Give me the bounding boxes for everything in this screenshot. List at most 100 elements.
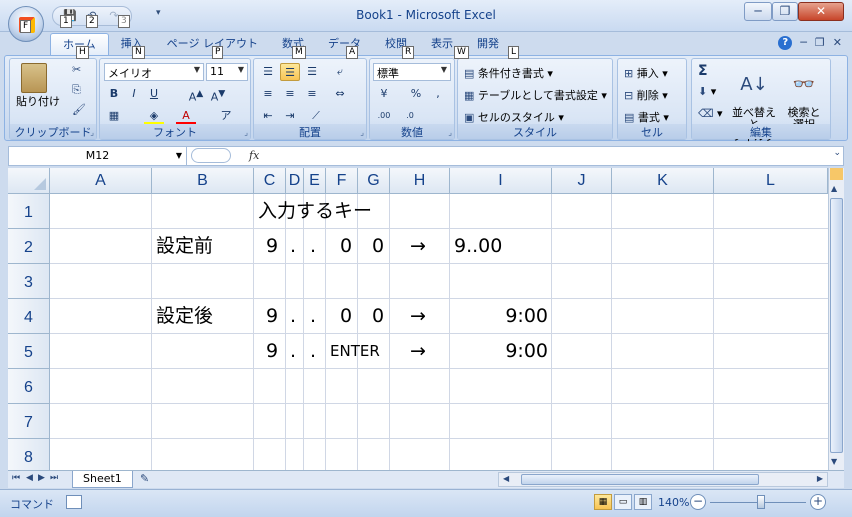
- decrease-indent-icon[interactable]: ⇤: [258, 107, 278, 125]
- align-top-icon[interactable]: ☰: [258, 63, 278, 81]
- number-format-combo[interactable]: 標準 ▼: [373, 63, 451, 81]
- font-launcher-icon[interactable]: ⌟: [244, 128, 248, 137]
- sheet-tab-sheet1[interactable]: Sheet1: [72, 471, 133, 488]
- cell-g4[interactable]: 0: [372, 299, 384, 333]
- cell-f2[interactable]: 0: [340, 229, 352, 263]
- cell-styles-button[interactable]: ▣ セルのスタイル ▾: [464, 109, 564, 125]
- find-select-button[interactable]: 👓 検索と 選択: [782, 63, 826, 131]
- cell-c5[interactable]: 9: [266, 334, 278, 368]
- scroll-right-icon[interactable]: ▶: [817, 474, 823, 483]
- underline-button[interactable]: U: [144, 85, 164, 103]
- cell-c2[interactable]: 9: [266, 229, 278, 263]
- restore-button[interactable]: ❐: [772, 2, 798, 21]
- cell-e5[interactable]: .: [310, 334, 316, 368]
- insert-sheet-icon[interactable]: ✎: [140, 472, 149, 485]
- doc-minimize-button[interactable]: ─: [800, 36, 807, 50]
- alignment-launcher-icon[interactable]: ⌟: [360, 128, 364, 137]
- cell-h5[interactable]: →: [410, 334, 426, 368]
- font-name-combo[interactable]: メイリオ ▼: [104, 63, 204, 81]
- cell-d5[interactable]: .: [290, 334, 296, 368]
- row-header-3[interactable]: 3: [8, 264, 50, 299]
- column-header-i[interactable]: I: [450, 168, 552, 194]
- delete-cells-button[interactable]: ⊟ 削除 ▾: [624, 87, 668, 103]
- horizontal-scroll-thumb[interactable]: [521, 474, 759, 485]
- column-header-f[interactable]: F: [326, 168, 358, 194]
- shrink-font-icon[interactable]: A▼: [208, 85, 228, 104]
- row-header-6[interactable]: 6: [8, 369, 50, 404]
- cell-f5[interactable]: ENTER: [330, 334, 380, 368]
- clipboard-launcher-icon[interactable]: ⌟: [90, 128, 94, 137]
- expand-formula-bar-icon[interactable]: ⌄: [833, 148, 841, 158]
- cell-h2[interactable]: →: [410, 229, 426, 263]
- cell-i5[interactable]: 9:00: [450, 334, 548, 368]
- merge-center-icon[interactable]: ⇔: [330, 85, 350, 103]
- wrap-text-icon[interactable]: ⤶: [330, 63, 350, 81]
- zoom-out-button[interactable]: −: [690, 494, 706, 510]
- font-size-combo[interactable]: 11 ▼: [206, 63, 248, 81]
- name-box[interactable]: M12 ▼: [9, 147, 187, 165]
- row-header-2[interactable]: 2: [8, 229, 50, 264]
- cell-i4[interactable]: 9:00: [450, 299, 548, 333]
- vertical-scrollbar[interactable]: ▲ ▼: [828, 168, 844, 470]
- conditional-format-button[interactable]: ▤ 条件付き書式 ▾: [464, 65, 553, 81]
- borders-icon[interactable]: ▦: [104, 107, 124, 125]
- column-header-j[interactable]: J: [552, 168, 612, 194]
- prev-sheet-icon[interactable]: ◀: [26, 473, 33, 483]
- help-icon[interactable]: ?: [778, 36, 793, 50]
- zoom-slider-thumb[interactable]: [757, 495, 765, 509]
- page-layout-view-button[interactable]: ▭: [614, 494, 632, 510]
- cell-b4[interactable]: 設定後: [156, 299, 213, 333]
- cell-f4[interactable]: 0: [340, 299, 352, 333]
- split-box[interactable]: [830, 168, 843, 180]
- column-header-d[interactable]: D: [286, 168, 304, 194]
- column-header-h[interactable]: H: [390, 168, 450, 194]
- number-launcher-icon[interactable]: ⌟: [448, 128, 452, 137]
- percent-button[interactable]: %: [406, 85, 426, 103]
- cell-d4[interactable]: .: [290, 299, 296, 333]
- formula-input[interactable]: [265, 147, 825, 165]
- grow-font-icon[interactable]: A▲: [186, 85, 206, 104]
- cell-e2[interactable]: .: [310, 229, 316, 263]
- cut-icon[interactable]: ✂: [72, 63, 81, 76]
- column-header-l[interactable]: L: [714, 168, 828, 194]
- cell-h4[interactable]: →: [410, 299, 426, 333]
- phonetic-icon[interactable]: ア: [216, 107, 236, 125]
- formula-bar-grip[interactable]: [191, 148, 231, 163]
- first-sheet-icon[interactable]: ⏮: [12, 473, 20, 483]
- page-break-view-button[interactable]: ▥: [634, 494, 652, 510]
- column-header-k[interactable]: K: [612, 168, 714, 194]
- column-header-b[interactable]: B: [152, 168, 254, 194]
- fill-icon[interactable]: ⬇ ▾: [698, 85, 716, 98]
- copy-icon[interactable]: ⎘: [72, 83, 81, 97]
- minimize-button[interactable]: ─: [744, 2, 772, 21]
- cell-g2[interactable]: 0: [372, 229, 384, 263]
- comma-button[interactable]: ,: [428, 85, 448, 103]
- increase-indent-icon[interactable]: ⇥: [280, 107, 300, 125]
- row-header-4[interactable]: 4: [8, 299, 50, 334]
- cell-i2[interactable]: 9..00: [454, 229, 502, 263]
- increase-decimal-icon[interactable]: .00: [374, 107, 394, 125]
- scroll-left-icon[interactable]: ◀: [503, 474, 509, 483]
- vertical-scroll-thumb[interactable]: [830, 198, 843, 453]
- paste-button[interactable]: 貼り付け: [16, 63, 60, 109]
- row-header-8[interactable]: 8: [8, 439, 50, 470]
- autosum-button[interactable]: Σ: [698, 63, 708, 79]
- cell-c1[interactable]: 入力するキー: [258, 194, 372, 228]
- row-header-1[interactable]: 1: [8, 194, 50, 229]
- cell-b2[interactable]: 設定前: [156, 229, 213, 263]
- column-header-a[interactable]: A: [50, 168, 152, 194]
- align-center-icon[interactable]: ≡: [280, 85, 300, 103]
- zoom-in-button[interactable]: +: [810, 494, 826, 510]
- align-middle-icon[interactable]: ☰: [280, 63, 300, 81]
- italic-button[interactable]: I: [124, 85, 144, 103]
- macro-record-icon[interactable]: [66, 495, 82, 509]
- cell-c4[interactable]: 9: [266, 299, 278, 333]
- format-as-table-button[interactable]: ▦ テーブルとして書式設定 ▾: [464, 87, 607, 103]
- column-header-e[interactable]: E: [304, 168, 326, 194]
- format-painter-icon[interactable]: 🖌: [72, 103, 86, 116]
- tab-data[interactable]: データ: [316, 33, 373, 55]
- scroll-down-icon[interactable]: ▼: [831, 457, 837, 466]
- align-right-icon[interactable]: ≡: [302, 85, 322, 103]
- insert-cells-button[interactable]: ⊞ 挿入 ▾: [624, 65, 668, 81]
- align-bottom-icon[interactable]: ☰: [302, 63, 322, 81]
